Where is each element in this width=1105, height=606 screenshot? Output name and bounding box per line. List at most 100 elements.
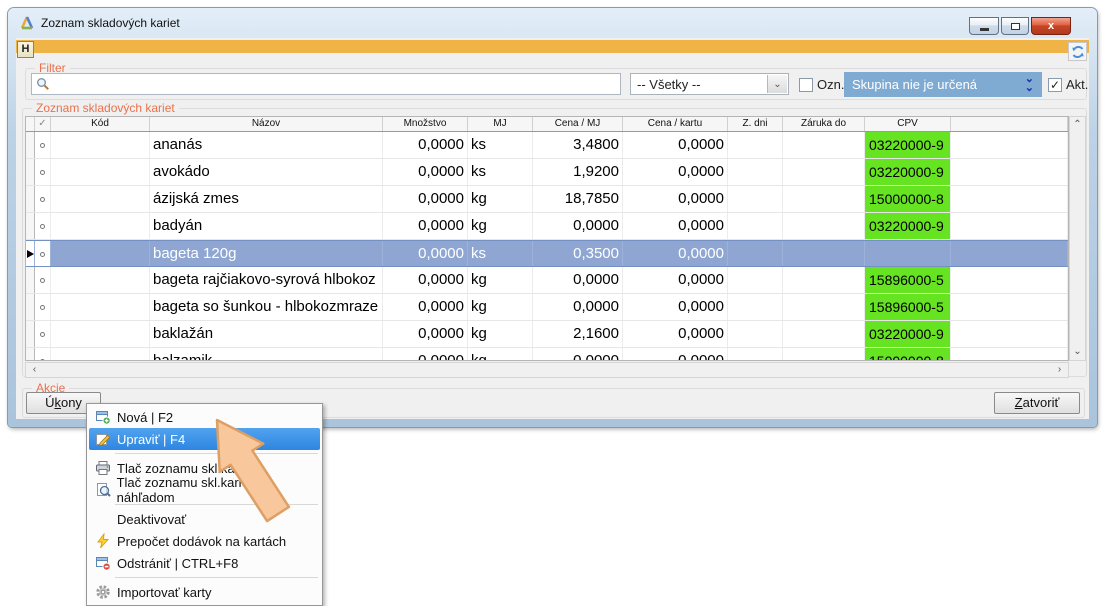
menu-item[interactable]: Importovať karty: [89, 581, 320, 603]
table-row[interactable]: balzamik0,0000kg0,00000,000015000000-8: [26, 348, 1068, 361]
cell-zaruka_do[interactable]: [783, 159, 865, 185]
cell-mj[interactable]: ks: [468, 159, 533, 185]
cell[interactable]: [26, 132, 35, 158]
cell-cena_kartu[interactable]: 0,0000: [623, 348, 728, 361]
scroll-right-icon[interactable]: ›: [1052, 363, 1067, 377]
cell-mj[interactable]: kg: [468, 348, 533, 361]
cell-cpv[interactable]: 15000000-8: [865, 186, 951, 212]
cell[interactable]: [35, 267, 51, 293]
cell[interactable]: [35, 348, 51, 361]
column-header-cena-kartu[interactable]: Cena / kartu: [623, 117, 728, 131]
cell-cena_mj[interactable]: 0,0000: [533, 213, 623, 239]
cell[interactable]: [951, 213, 1068, 239]
table-row[interactable]: badyán0,0000kg0,00000,000003220000-9: [26, 213, 1068, 240]
cell-cena_kartu[interactable]: 0,0000: [623, 321, 728, 347]
cell-nazov[interactable]: baklažán: [150, 321, 383, 347]
akt-checkbox[interactable]: ✓: [1048, 78, 1062, 92]
cell-kod[interactable]: [51, 159, 150, 185]
menu-item[interactable]: Prepočet dodávok na kartách: [89, 530, 320, 552]
cell-z_dni[interactable]: [728, 294, 783, 320]
cell-kod[interactable]: [51, 348, 150, 361]
cell-z_dni[interactable]: [728, 348, 783, 361]
cell[interactable]: [35, 294, 51, 320]
cell[interactable]: [26, 321, 35, 347]
cell-nazov[interactable]: badyán: [150, 213, 383, 239]
cell[interactable]: [951, 267, 1068, 293]
zatvorit-button[interactable]: Zatvoriť: [994, 392, 1080, 414]
title-bar[interactable]: Zoznam skladových kariet x: [8, 8, 1097, 38]
vertical-scrollbar[interactable]: ⌃ ⌄: [1069, 116, 1086, 361]
cell-cena_kartu[interactable]: 0,0000: [623, 241, 728, 266]
cell-kod[interactable]: [51, 294, 150, 320]
cell-mj[interactable]: kg: [468, 267, 533, 293]
cell-mj[interactable]: kg: [468, 186, 533, 212]
cell-kod[interactable]: [51, 132, 150, 158]
cell[interactable]: [35, 213, 51, 239]
table-row[interactable]: ázijská zmes0,0000kg18,78500,00001500000…: [26, 186, 1068, 213]
cell-cena_kartu[interactable]: 0,0000: [623, 159, 728, 185]
scroll-down-icon[interactable]: ⌄: [1070, 345, 1085, 359]
column-header-mj[interactable]: MJ: [468, 117, 533, 131]
cell-cpv[interactable]: 15896000-5: [865, 267, 951, 293]
cell[interactable]: [951, 348, 1068, 361]
cell-cpv[interactable]: 15896000-5: [865, 294, 951, 320]
cell-cena_mj[interactable]: 18,7850: [533, 186, 623, 212]
cell-kod[interactable]: [51, 241, 150, 266]
restore-button[interactable]: [1001, 17, 1029, 35]
cell-cena_mj[interactable]: 0,3500: [533, 241, 623, 266]
h-button[interactable]: H: [17, 41, 34, 58]
table-row[interactable]: ananás0,0000ks3,48000,000003220000-9: [26, 132, 1068, 159]
cell-cena_mj[interactable]: 0,0000: [533, 348, 623, 361]
cell-nazov[interactable]: bageta so šunkou - hlbokozmraze: [150, 294, 383, 320]
cell-nazov[interactable]: ázijská zmes: [150, 186, 383, 212]
cell-cpv[interactable]: 03220000-9: [865, 132, 951, 158]
cell-kod[interactable]: [51, 267, 150, 293]
cell-mj[interactable]: ks: [468, 132, 533, 158]
cell-nazov[interactable]: avokádo: [150, 159, 383, 185]
cell-cpv[interactable]: 03220000-9: [865, 321, 951, 347]
cell[interactable]: [951, 159, 1068, 185]
ozn-checkbox[interactable]: [799, 78, 813, 92]
cell-z_dni[interactable]: [728, 267, 783, 293]
cell-z_dni[interactable]: [728, 213, 783, 239]
table-row[interactable]: bageta so šunkou - hlbokozmraze0,0000kg0…: [26, 294, 1068, 321]
search-input[interactable]: [31, 73, 621, 95]
scroll-up-icon[interactable]: ⌃: [1070, 118, 1085, 132]
horizontal-scrollbar[interactable]: ‹ ›: [25, 362, 1069, 378]
cell-nazov[interactable]: bageta 120g: [150, 241, 383, 266]
table-row[interactable]: baklažán0,0000kg2,16000,000003220000-9: [26, 321, 1068, 348]
table-row[interactable]: bageta rajčiakovo-syrová hlbokoz0,0000kg…: [26, 267, 1068, 294]
cell-zaruka_do[interactable]: [783, 186, 865, 212]
cell-kod[interactable]: [51, 213, 150, 239]
cell-cpv[interactable]: [865, 241, 951, 266]
table-row[interactable]: avokádo0,0000ks1,92000,000003220000-9: [26, 159, 1068, 186]
cell[interactable]: [26, 186, 35, 212]
cell[interactable]: [26, 348, 35, 361]
cell-mnozstvo[interactable]: 0,0000: [383, 132, 468, 158]
column-header-z-dni[interactable]: Z. dni: [728, 117, 783, 131]
cell-zaruka_do[interactable]: [783, 267, 865, 293]
cell-cena_kartu[interactable]: 0,0000: [623, 213, 728, 239]
cell[interactable]: [951, 321, 1068, 347]
cell-mnozstvo[interactable]: 0,0000: [383, 213, 468, 239]
cell-mnozstvo[interactable]: 0,0000: [383, 186, 468, 212]
cell-mnozstvo[interactable]: 0,0000: [383, 241, 468, 266]
minimize-button[interactable]: [969, 17, 999, 35]
cell-mnozstvo[interactable]: 0,0000: [383, 321, 468, 347]
cell-cpv[interactable]: 03220000-9: [865, 159, 951, 185]
cell-mj[interactable]: kg: [468, 321, 533, 347]
cell-cena_mj[interactable]: 3,4800: [533, 132, 623, 158]
cell-cena_kartu[interactable]: 0,0000: [623, 267, 728, 293]
refresh-button[interactable]: [1068, 42, 1087, 61]
cell-kod[interactable]: [51, 186, 150, 212]
cell-z_dni[interactable]: [728, 159, 783, 185]
cell-zaruka_do[interactable]: [783, 321, 865, 347]
cell-kod[interactable]: [51, 321, 150, 347]
table-row[interactable]: bageta 120g0,0000ks0,35000,0000: [26, 240, 1068, 267]
group-filter-field[interactable]: Skupina nie je určená ⌄⌄: [844, 72, 1042, 97]
cell-zaruka_do[interactable]: [783, 241, 865, 266]
cell[interactable]: [35, 159, 51, 185]
cell-cena_mj[interactable]: 0,0000: [533, 294, 623, 320]
column-header-k-d[interactable]: Kód: [51, 117, 150, 131]
cell[interactable]: [35, 321, 51, 347]
